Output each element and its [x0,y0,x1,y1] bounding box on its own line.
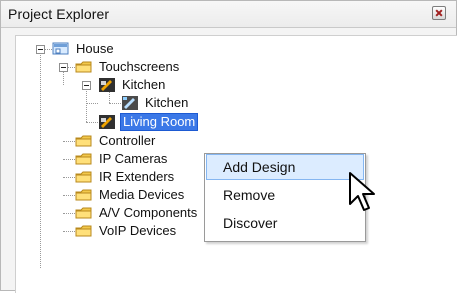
collapse-kitchen-toggle[interactable] [82,81,91,90]
collapse-house-toggle[interactable] [36,45,45,54]
context-menu: Add Design Remove Discover [204,153,366,242]
tree-line-av-h [63,213,75,214]
tree-line-living-h [86,122,98,123]
project-explorer-panel: Project Explorer House Touchscreens Kitc… [0,0,457,293]
folder-icon [75,133,93,149]
tree-line-ipcam-h [63,159,75,160]
tree-line-kitchen-child-h [109,103,121,104]
tree-line-media-h [63,195,75,196]
folder-icon [75,59,93,75]
device-icon [121,95,139,111]
house-icon [52,41,70,57]
touchscreen-icon [98,77,116,93]
menu-item-add-design[interactable]: Add Design [206,154,364,180]
folder-icon [75,151,93,167]
panel-titlebar: Project Explorer [1,1,456,28]
folder-icon [75,205,93,221]
tree-line-ir-h [63,177,75,178]
tree-line-kitchen-h [86,103,98,104]
close-icon[interactable] [432,6,446,20]
tree-line-voip-h [63,231,75,232]
menu-item-discover[interactable]: Discover [206,210,364,236]
tree-line-controller-h [63,141,75,142]
tree-line-root [40,49,41,268]
folder-icon [75,169,93,185]
menu-item-remove[interactable]: Remove [206,182,364,208]
arrow-cursor-icon [349,172,375,211]
folder-icon [75,187,93,203]
collapse-touchscreens-toggle[interactable] [59,63,68,72]
panel-title: Project Explorer [8,6,110,22]
folder-icon [75,223,93,239]
touchscreen-icon [98,114,116,130]
